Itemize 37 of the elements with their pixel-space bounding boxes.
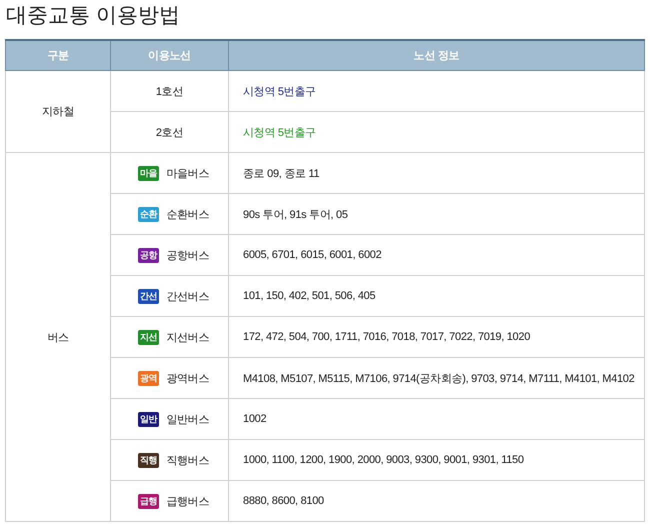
bus-type-badge: 광역: [138, 370, 160, 386]
route-info: 90s 투어, 91s 투어, 05: [243, 208, 348, 220]
bus-type-badge: 마을: [138, 166, 160, 180]
bus-type-badge: 간선: [138, 288, 160, 304]
column-header: 노선 정보: [228, 40, 644, 70]
route-name: 마을버스: [166, 166, 210, 180]
column-header: 구분: [6, 40, 110, 70]
page-title: 대중교통 이용방법: [5, 3, 181, 29]
route-info: 1002: [243, 413, 266, 425]
bus-type-badge: 순환: [138, 206, 160, 222]
route-info: 시청역 5번출구: [243, 86, 316, 98]
route-name: 직행버스: [166, 454, 210, 468]
route-info: 172, 472, 504, 700, 1711, 7016, 7018, 7017, 7022, 7019, 1020: [243, 331, 530, 343]
route-info: 101, 150, 402, 501, 506, 405: [243, 290, 376, 302]
bus-type-badge: 직행: [138, 452, 160, 468]
route-info: 6005, 6701, 6015, 6001, 6002: [243, 249, 382, 261]
route-name: 순환버스: [166, 208, 210, 222]
category-label: 지하철: [42, 106, 74, 118]
bus-type-badge: 일반: [138, 412, 160, 426]
route-name: 급행버스: [166, 494, 210, 508]
route-name: 공항버스: [166, 248, 210, 262]
route-name: 2호선: [156, 126, 184, 138]
bus-type-badge: 지선: [138, 330, 160, 344]
route-info: 8880, 8600, 8100: [243, 495, 324, 507]
route-name: 광역버스: [166, 372, 210, 386]
route-name: 일반버스: [166, 412, 210, 426]
route-name: 지선버스: [166, 330, 210, 344]
route-name: 1호선: [156, 86, 184, 98]
route-info: 1000, 1100, 1200, 1900, 2000, 9003, 9300, 9001, 9301, 1150: [243, 454, 524, 466]
route-info: 시청역 5번출구: [243, 126, 316, 138]
route-info: 종로 09, 종로 11: [243, 168, 320, 180]
bus-type-badge: 급행: [138, 494, 160, 508]
route-name: 간선버스: [166, 290, 210, 304]
category-label: 버스: [47, 332, 69, 344]
route-info: M4108, M5107, M5115, M7106, 9714(공차회송), 9703, 9714, M7111, M4101, M4102: [243, 372, 634, 384]
bus-type-badge: 공항: [138, 248, 160, 262]
column-header: 이용노선: [110, 40, 228, 70]
